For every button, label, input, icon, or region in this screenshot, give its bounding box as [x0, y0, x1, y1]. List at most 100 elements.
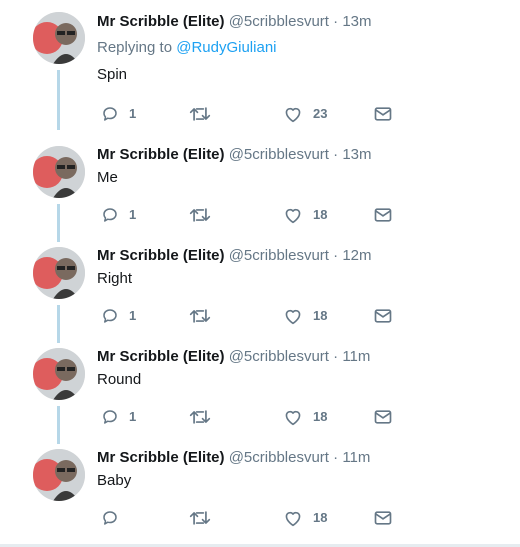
tweet-text: Round	[97, 371, 142, 388]
replying-prefix: Replying to	[97, 39, 173, 56]
tweet: Mr Scribble (Elite) @5cribblesvurt · 13m…	[0, 0, 520, 130]
reply-count: 1	[129, 106, 137, 121]
retweet-icon	[189, 410, 211, 424]
display-name[interactable]: Mr Scribble (Elite)	[97, 247, 225, 264]
heart-icon	[285, 107, 301, 123]
timestamp[interactable]: 12m	[342, 247, 371, 264]
heart-icon	[285, 208, 301, 224]
reply-count: 1	[129, 308, 137, 323]
reply-button[interactable]: 1	[101, 103, 136, 125]
avatar[interactable]	[33, 12, 85, 64]
envelope-icon	[374, 208, 392, 222]
envelope-icon	[374, 309, 392, 323]
user-handle[interactable]: @5cribblesvurt	[229, 146, 329, 163]
like-button[interactable]: 18	[283, 406, 327, 428]
avatar[interactable]	[33, 449, 85, 501]
thread-line	[57, 406, 60, 444]
retweet-button[interactable]	[189, 406, 211, 428]
thread-line	[57, 204, 60, 242]
retweet-icon	[189, 309, 211, 323]
replying-to: Replying to @RudyGiuliani	[97, 38, 277, 58]
reply-icon	[103, 208, 117, 222]
user-handle[interactable]: @5cribblesvurt	[229, 348, 329, 365]
avatar[interactable]	[33, 348, 85, 400]
tweet-header: Mr Scribble (Elite) @5cribblesvurt · 12m	[97, 246, 372, 266]
tweet: Mr Scribble (Elite) @5cribblesvurt · 13m…	[0, 140, 520, 242]
separator: ·	[333, 13, 339, 30]
tweet: Mr Scribble (Elite) @5cribblesvurt · 12m…	[0, 241, 520, 343]
envelope-icon	[374, 511, 392, 525]
timestamp[interactable]: 11m	[342, 348, 370, 365]
like-button[interactable]: 23	[283, 103, 327, 125]
like-count: 18	[313, 409, 328, 424]
separator: ·	[333, 146, 339, 163]
user-handle[interactable]: @5cribblesvurt	[229, 449, 329, 466]
mention-link[interactable]: @RudyGiuliani	[176, 39, 276, 56]
avatar-image	[33, 247, 85, 299]
display-name[interactable]: Mr Scribble (Elite)	[97, 13, 225, 30]
dm-button[interactable]	[373, 507, 393, 529]
reply-button[interactable]	[101, 507, 129, 529]
tweet-actions: 1 23	[97, 103, 397, 125]
display-name[interactable]: Mr Scribble (Elite)	[97, 146, 225, 163]
thread-line	[57, 70, 60, 130]
timestamp[interactable]: 13m	[342, 13, 371, 30]
retweet-button[interactable]	[189, 103, 211, 125]
reply-count: 1	[129, 409, 137, 424]
reply-button[interactable]: 1	[101, 305, 136, 327]
reply-button[interactable]: 1	[101, 406, 136, 428]
tweet: Mr Scribble (Elite) @5cribblesvurt · 11m…	[0, 342, 520, 444]
tweet-text: Me	[97, 169, 118, 186]
tweet-header: Mr Scribble (Elite) @5cribblesvurt · 11m	[97, 448, 370, 468]
reply-icon	[103, 309, 117, 323]
tweet-actions: 1 18	[97, 204, 397, 226]
tweet-text: Right	[97, 270, 133, 287]
retweet-icon	[189, 511, 211, 525]
user-handle[interactable]: @5cribblesvurt	[229, 13, 329, 30]
tweet-header: Mr Scribble (Elite) @5cribblesvurt · 11m	[97, 347, 370, 367]
tweet-thread: Mr Scribble (Elite) @5cribblesvurt · 13m…	[0, 0, 520, 547]
dm-button[interactable]	[373, 103, 393, 125]
tweet-text: Baby	[97, 472, 132, 489]
tweet-actions: 18	[97, 507, 397, 529]
avatar-image	[33, 12, 85, 64]
tweet-actions: 1 18	[97, 305, 397, 327]
avatar-image	[33, 348, 85, 400]
like-button[interactable]: 18	[283, 305, 327, 327]
retweet-button[interactable]	[189, 204, 211, 226]
separator: ·	[333, 348, 339, 365]
heart-icon	[285, 410, 301, 426]
dm-button[interactable]	[373, 406, 393, 428]
user-handle[interactable]: @5cribblesvurt	[229, 247, 329, 264]
timestamp[interactable]: 11m	[342, 449, 370, 466]
tweet-actions: 1 18	[97, 406, 397, 428]
separator: ·	[333, 247, 339, 264]
avatar-image	[33, 449, 85, 501]
reply-button[interactable]: 1	[101, 204, 136, 226]
dm-button[interactable]	[373, 204, 393, 226]
like-count: 18	[313, 510, 328, 525]
reply-icon	[103, 410, 117, 424]
tweet: Mr Scribble (Elite) @5cribblesvurt · 11m…	[0, 443, 520, 543]
display-name[interactable]: Mr Scribble (Elite)	[97, 449, 225, 466]
avatar[interactable]	[33, 247, 85, 299]
tweet-header: Mr Scribble (Elite) @5cribblesvurt · 13m	[97, 12, 372, 32]
display-name[interactable]: Mr Scribble (Elite)	[97, 348, 225, 365]
retweet-button[interactable]	[189, 305, 211, 327]
like-button[interactable]: 18	[283, 204, 327, 226]
like-count: 18	[313, 308, 328, 323]
like-count: 18	[313, 207, 328, 222]
heart-icon	[285, 309, 301, 325]
envelope-icon	[374, 410, 392, 424]
reply-icon	[103, 511, 117, 525]
timestamp[interactable]: 13m	[342, 146, 371, 163]
like-count: 23	[313, 106, 328, 121]
envelope-icon	[374, 107, 392, 121]
retweet-button[interactable]	[189, 507, 211, 529]
avatar[interactable]	[33, 146, 85, 198]
tweet-text: Spin	[97, 66, 128, 83]
like-button[interactable]: 18	[283, 507, 327, 529]
dm-button[interactable]	[373, 305, 393, 327]
separator: ·	[333, 449, 339, 466]
thread-line	[57, 305, 60, 343]
